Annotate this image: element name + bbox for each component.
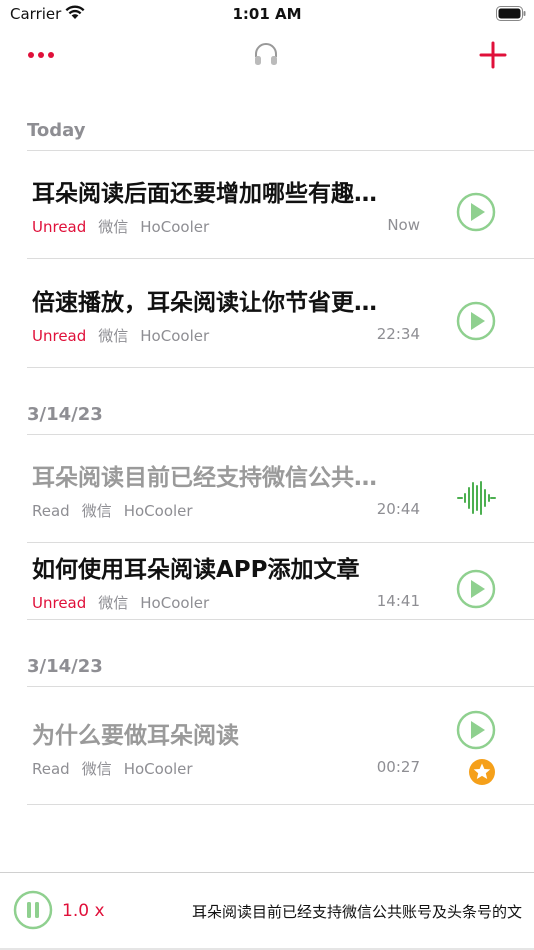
item-author: HoCooler (123, 760, 193, 778)
item-author: HoCooler (140, 218, 210, 236)
read-status: Read (32, 760, 70, 778)
item-title: 耳朵阅读后面还要增加哪些有趣… (32, 181, 377, 207)
more-dots-icon[interactable] (24, 42, 60, 68)
status-bar: Carrier 1:01 AM (0, 0, 534, 30)
list-item[interactable]: 耳朵阅读后面还要增加哪些有趣… Unread 微信 HoCooler Now (0, 174, 534, 258)
section-header-date: 3/14/23 (27, 656, 103, 677)
divider (27, 434, 534, 435)
item-meta: Read 微信 HoCooler (32, 758, 205, 779)
item-author: HoCooler (140, 594, 210, 612)
item-time: 22:34 (376, 325, 420, 343)
playback-speed-button[interactable]: 1.0 x (62, 901, 105, 921)
item-source: 微信 (98, 594, 129, 612)
play-icon[interactable] (456, 710, 496, 750)
item-time: Now (387, 216, 420, 234)
item-source: 微信 (98, 327, 129, 345)
now-playing-title: 耳朵阅读目前已经支持微信公共账号及头条号的文 (192, 903, 523, 921)
section-header-date: 3/14/23 (27, 404, 103, 425)
player-bar: 1.0 x 耳朵阅读目前已经支持微信公共账号及头条号的文 (0, 872, 534, 950)
item-author: HoCooler (123, 502, 193, 520)
divider (27, 619, 534, 620)
divider (27, 542, 534, 543)
item-source: 微信 (81, 502, 112, 520)
nav-bar (0, 30, 534, 80)
read-status: Read (32, 502, 70, 520)
item-time: 00:27 (376, 758, 420, 776)
play-icon[interactable] (456, 569, 496, 609)
divider (27, 367, 534, 368)
battery-icon (496, 6, 526, 21)
waveform-icon[interactable] (456, 478, 496, 518)
clock: 1:01 AM (232, 5, 302, 23)
item-title: 为什么要做耳朵阅读 (32, 723, 239, 749)
item-time: 20:44 (376, 500, 420, 518)
list-item[interactable]: 如何使用耳朵阅读APP添加文章 Unread 微信 HoCooler 14:41 (0, 550, 534, 620)
item-title: 如何使用耳朵阅读APP添加文章 (32, 557, 360, 583)
divider (27, 686, 534, 687)
star-icon (469, 759, 495, 785)
play-icon[interactable] (456, 301, 496, 341)
list-item[interactable]: 倍速播放，耳朵阅读让你节省更… Unread 微信 HoCooler 22:34 (0, 283, 534, 367)
item-meta: Unread 微信 HoCooler (32, 216, 221, 237)
pause-icon[interactable] (13, 890, 53, 930)
divider (27, 150, 534, 151)
read-status: Unread (32, 218, 87, 236)
divider (27, 258, 534, 259)
headphones-icon (255, 43, 277, 65)
item-meta: Unread 微信 HoCooler (32, 325, 221, 346)
read-status: Unread (32, 594, 87, 612)
item-meta: Read 微信 HoCooler (32, 500, 205, 521)
item-author: HoCooler (140, 327, 210, 345)
read-status: Unread (32, 327, 87, 345)
list-item[interactable]: 为什么要做耳朵阅读 Read 微信 HoCooler 00:27 (0, 710, 534, 806)
item-source: 微信 (81, 760, 112, 778)
item-source: 微信 (98, 218, 129, 236)
divider (27, 804, 534, 805)
item-title: 倍速播放，耳朵阅读让你节省更… (32, 290, 377, 316)
section-header-today: Today (27, 120, 86, 141)
item-time: 14:41 (376, 592, 420, 610)
plus-icon[interactable] (476, 38, 510, 72)
item-title: 耳朵阅读目前已经支持微信公共… (32, 465, 377, 491)
play-icon[interactable] (456, 192, 496, 232)
list-item[interactable]: 耳朵阅读目前已经支持微信公共… Read 微信 HoCooler 20:44 (0, 458, 534, 542)
item-meta: Unread 微信 HoCooler (32, 592, 221, 613)
